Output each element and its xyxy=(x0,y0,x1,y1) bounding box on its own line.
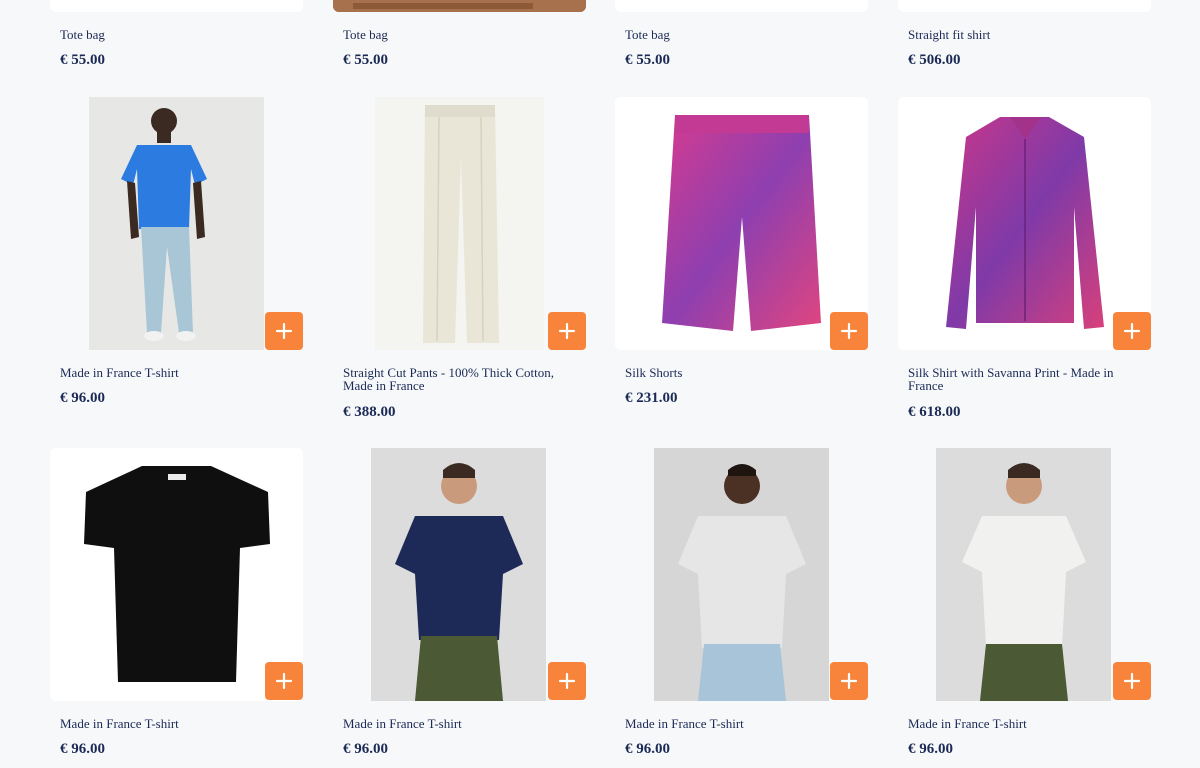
product-image[interactable] xyxy=(898,97,1151,350)
plus-icon xyxy=(558,322,576,340)
add-to-cart-button[interactable] xyxy=(1113,312,1151,350)
add-to-cart-button[interactable] xyxy=(265,312,303,350)
shirt-icon xyxy=(898,0,1151,12)
product-image[interactable] xyxy=(333,0,586,12)
model-grey-tshirt-icon xyxy=(654,448,829,701)
product-price: € 55.00 xyxy=(343,52,388,68)
product-name[interactable]: Straight fit shirt xyxy=(908,28,1138,41)
plus-icon xyxy=(840,322,858,340)
product-price: € 96.00 xyxy=(625,741,670,757)
plus-icon xyxy=(558,672,576,690)
product-price: € 96.00 xyxy=(60,741,105,757)
add-to-cart-button[interactable] xyxy=(548,312,586,350)
brown-bag-icon xyxy=(333,0,586,12)
product-price: € 231.00 xyxy=(625,390,678,406)
product-name[interactable]: Tote bag xyxy=(60,28,290,41)
product-price: € 506.00 xyxy=(908,52,961,68)
add-to-cart-button[interactable] xyxy=(830,662,868,700)
product-name[interactable]: Made in France T-shirt xyxy=(60,366,290,379)
product-image[interactable] xyxy=(898,0,1151,12)
product-image[interactable] xyxy=(50,0,303,12)
plus-icon xyxy=(1123,672,1141,690)
product-name[interactable]: Silk Shorts xyxy=(625,366,855,379)
product-image[interactable] xyxy=(615,97,868,350)
product-name[interactable]: Silk Shirt with Savanna Print - Made in … xyxy=(908,366,1138,392)
product-name[interactable]: Made in France T-shirt xyxy=(60,717,290,730)
white-bag-icon xyxy=(615,0,868,12)
product-name[interactable]: Straight Cut Pants - 100% Thick Cotton, … xyxy=(343,366,573,392)
plus-icon xyxy=(840,672,858,690)
plus-icon xyxy=(275,322,293,340)
plus-icon xyxy=(1123,322,1141,340)
model-navy-tshirt-icon xyxy=(371,448,546,701)
product-name[interactable]: Made in France T-shirt xyxy=(625,717,855,730)
product-name[interactable]: Made in France T-shirt xyxy=(908,717,1138,730)
product-name[interactable]: Tote bag xyxy=(625,28,855,41)
product-price: € 96.00 xyxy=(343,741,388,757)
product-image[interactable] xyxy=(333,97,586,350)
model-white-tshirt-icon xyxy=(936,448,1111,701)
pink-silk-shirt-icon xyxy=(898,97,1151,350)
product-grid: Tote bag € 55.00 Tote bag € 55.00 Tote b… xyxy=(0,0,1200,768)
white-bag-icon xyxy=(50,0,303,12)
product-price: € 55.00 xyxy=(60,52,105,68)
pink-silk-shorts-icon xyxy=(615,97,868,350)
add-to-cart-button[interactable] xyxy=(265,662,303,700)
add-to-cart-button[interactable] xyxy=(1113,662,1151,700)
product-name[interactable]: Made in France T-shirt xyxy=(343,717,573,730)
add-to-cart-button[interactable] xyxy=(548,662,586,700)
model-blue-tshirt-icon xyxy=(89,97,264,350)
add-to-cart-button[interactable] xyxy=(830,312,868,350)
product-price: € 96.00 xyxy=(60,390,105,406)
product-price: € 618.00 xyxy=(908,404,961,420)
product-price: € 55.00 xyxy=(625,52,670,68)
product-image[interactable] xyxy=(50,97,303,350)
cream-pants-icon xyxy=(375,97,544,350)
product-price: € 388.00 xyxy=(343,404,396,420)
product-price: € 96.00 xyxy=(908,741,953,757)
product-name[interactable]: Tote bag xyxy=(343,28,573,41)
plus-icon xyxy=(275,672,293,690)
product-image[interactable] xyxy=(615,0,868,12)
